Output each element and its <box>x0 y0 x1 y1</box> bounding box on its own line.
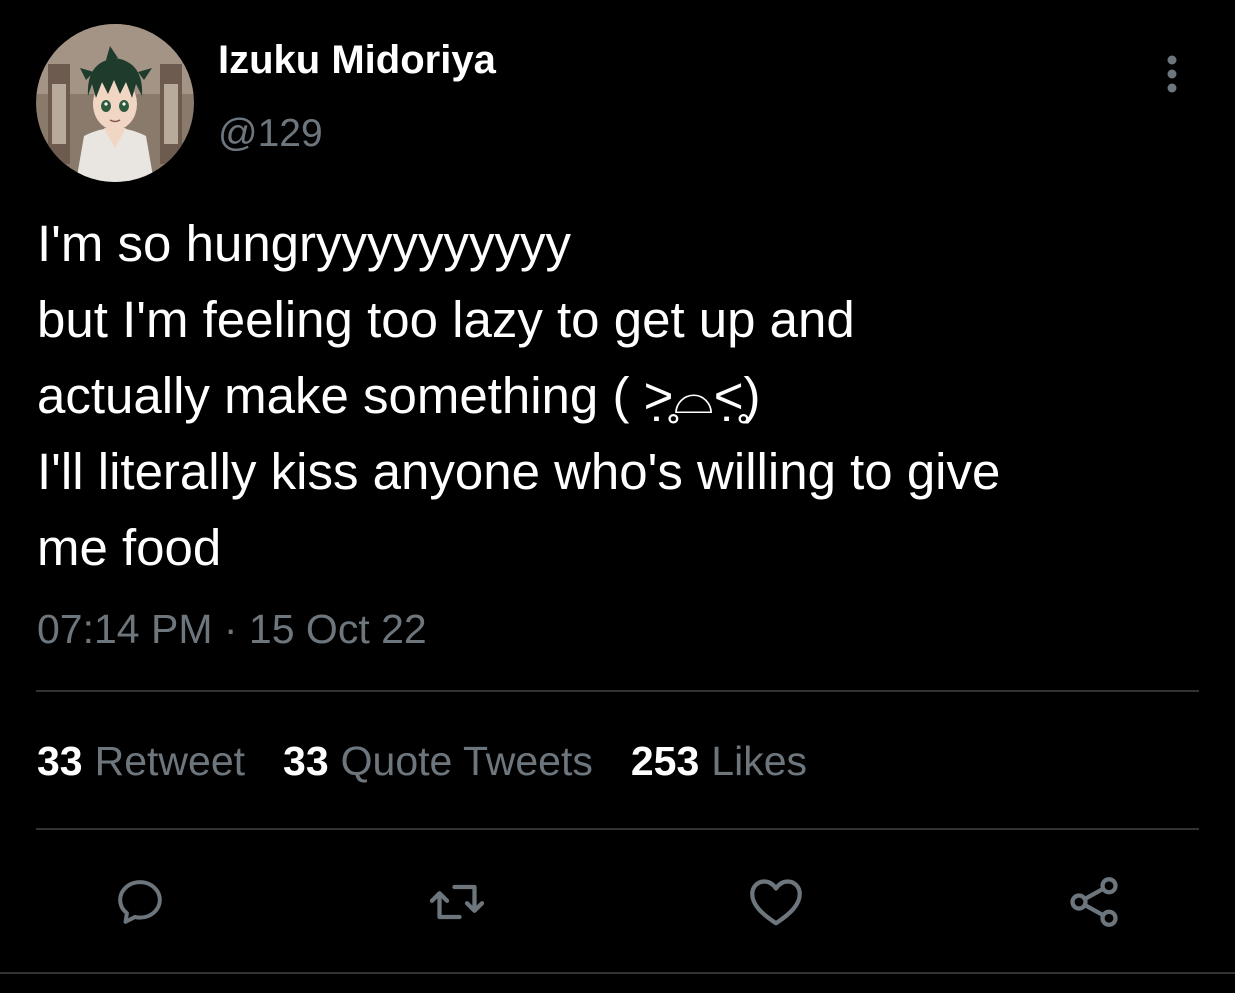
bottom-divider <box>0 972 1235 974</box>
tweet-text-line: I'm so hungryyyyyyyyyy <box>37 215 572 272</box>
retweet-count: 33 <box>37 738 83 784</box>
tweet-text-line: but I'm feeling too lazy to get up and <box>37 291 855 348</box>
share-button[interactable] <box>1062 870 1126 934</box>
tweet-text-line: actually make something ( ˃̣̣̥⌓˂̣̣̥) <box>37 367 761 424</box>
divider <box>36 828 1199 830</box>
tweet-text-line: I'll literally kiss anyone who's willing… <box>37 443 1001 500</box>
user-handle[interactable]: @129 <box>218 112 323 156</box>
like-label: Likes <box>711 738 808 784</box>
quote-tweet-count: 33 <box>283 738 329 784</box>
share-icon <box>1070 877 1118 927</box>
retweet-label: Retweet <box>94 738 246 784</box>
retweet-button[interactable] <box>425 870 489 934</box>
like-count-link[interactable]: 253 Likes <box>631 738 807 785</box>
vertical-ellipsis-icon <box>1167 55 1177 93</box>
tweet-text-line: me food <box>37 519 222 576</box>
anime-character-avatar-icon <box>36 24 194 182</box>
tweet-text: I'm so hungryyyyyyyyyy but I'm feeling t… <box>37 206 1207 586</box>
tweet-timestamp[interactable]: 07:14 PM · 15 Oct 22 <box>37 606 427 653</box>
tweet-detail: Izuku Midoriya @129 I'm so hungryyyyyyyy… <box>0 0 1235 993</box>
quote-tweet-count-link[interactable]: 33 Quote Tweets <box>283 738 593 785</box>
display-name[interactable]: Izuku Midoriya <box>218 38 496 83</box>
like-count: 253 <box>630 738 700 784</box>
retweet-count-link[interactable]: 33 Retweet <box>37 738 245 785</box>
retweet-icon <box>429 884 485 920</box>
like-icon <box>750 879 802 926</box>
quote-tweet-label: Quote Tweets <box>340 738 593 784</box>
reply-icon <box>118 880 162 924</box>
divider <box>36 690 1199 692</box>
more-options-button[interactable] <box>1150 52 1194 96</box>
avatar[interactable] <box>36 24 194 182</box>
reply-button[interactable] <box>108 870 172 934</box>
engagement-stats: 33 Retweet 33 Quote Tweets 253 Likes <box>37 738 807 785</box>
like-button[interactable] <box>744 870 808 934</box>
